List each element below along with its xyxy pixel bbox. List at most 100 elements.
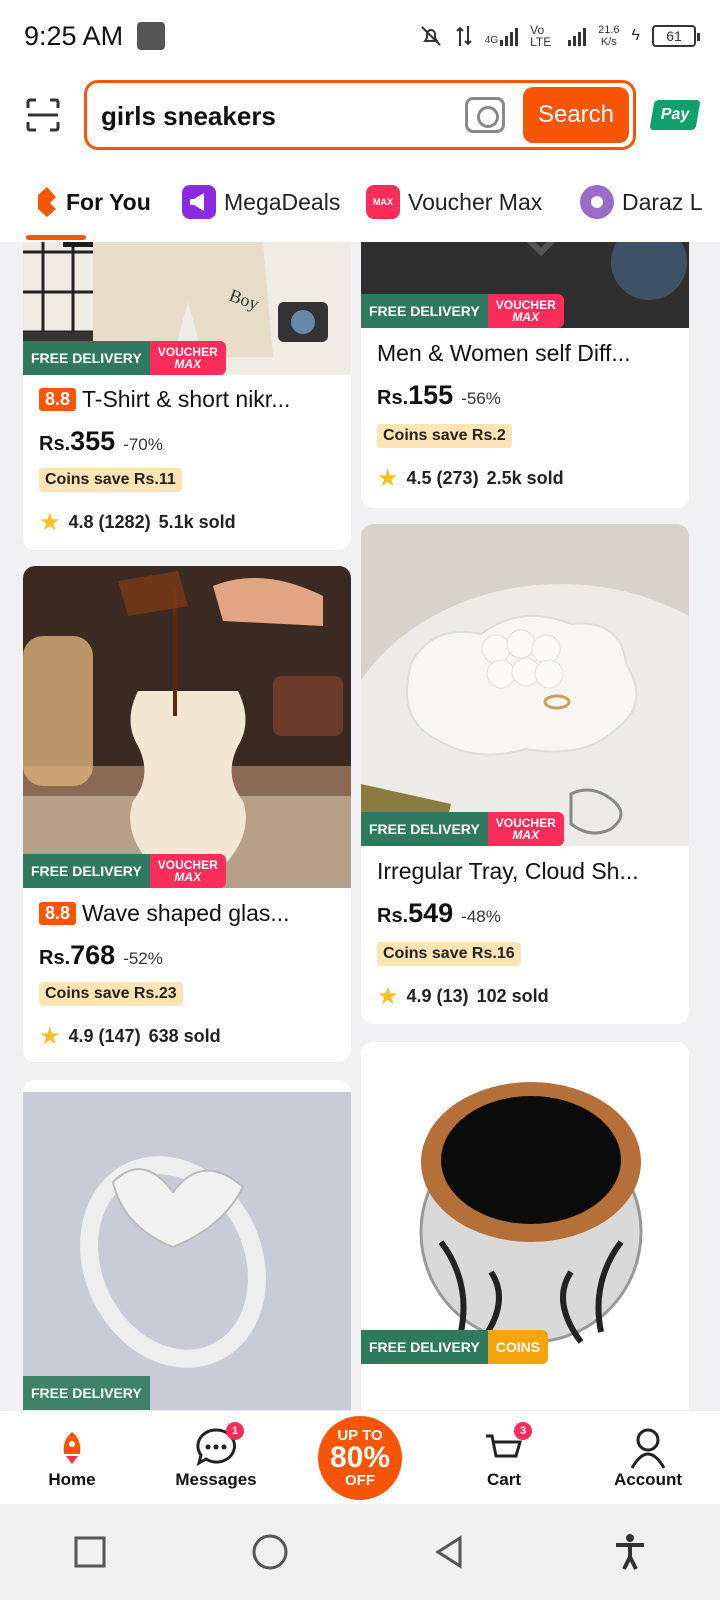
nav-account[interactable]: Account bbox=[588, 1426, 708, 1490]
product-image bbox=[361, 1042, 689, 1364]
delivery-badges: FREE DELIVERY COINS bbox=[361, 1330, 549, 1364]
for-you-icon bbox=[38, 187, 56, 217]
sold-count: 102 sold bbox=[476, 986, 549, 1006]
nav-cart[interactable]: 3 Cart bbox=[444, 1421, 564, 1490]
back-button[interactable] bbox=[420, 1522, 480, 1582]
tab-megadeals[interactable]: MegaDeals bbox=[176, 162, 366, 242]
product-image bbox=[23, 1092, 351, 1410]
search-input[interactable]: girls sneakers Search bbox=[84, 80, 636, 150]
nav-home[interactable]: Home bbox=[12, 1426, 132, 1490]
nav-messages[interactable]: 1 Messages bbox=[156, 1421, 276, 1490]
scan-icon[interactable] bbox=[26, 98, 60, 132]
product-title: Men & Women self Diff... bbox=[377, 340, 681, 367]
voucher-max-badge: VOUCHER MAX bbox=[487, 294, 564, 328]
net-speed: 21.6 K/s bbox=[598, 24, 619, 48]
bell-off-icon bbox=[421, 26, 441, 46]
product-image-art bbox=[23, 1092, 351, 1410]
status-bar: 9:25 AM 4G Vo LTE 21.6 K/s ϟ 61 bbox=[0, 0, 720, 72]
free-delivery-badge: FREE DELIVERY bbox=[23, 854, 150, 888]
currency: Rs. bbox=[39, 433, 71, 455]
data-arrows-icon bbox=[456, 26, 472, 46]
product-card[interactable]: FREE DELIVERY bbox=[23, 1080, 351, 1410]
coins-save: Coins save Rs.16 bbox=[377, 942, 521, 966]
status-icons: 4G Vo LTE 21.6 K/s ϟ 61 bbox=[419, 24, 700, 48]
discount: -56% bbox=[461, 389, 501, 408]
voucher-max-badge: VOUCHER MAX bbox=[149, 854, 226, 888]
voucher-line2: MAX bbox=[174, 870, 202, 884]
promo-badge: UP TO 80% OFF bbox=[318, 1415, 402, 1500]
status-time: 9:25 AM bbox=[24, 20, 124, 51]
tab-label: For You bbox=[66, 188, 151, 215]
home-rocket-icon bbox=[50, 1426, 94, 1470]
nav-promo[interactable]: UP TO 80% OFF bbox=[300, 1415, 420, 1500]
product-card[interactable]: FREE DELIVERY COINS bbox=[361, 1042, 689, 1410]
category-tabs: For You MegaDeals MAX Voucher Max Daraz … bbox=[0, 162, 720, 242]
delivery-badges: FREE DELIVERY VOUCHER MAX bbox=[361, 812, 564, 846]
sold-count: 2.5k sold bbox=[486, 468, 564, 488]
price: 549 bbox=[408, 898, 454, 928]
tab-label: Voucher Max bbox=[408, 188, 543, 215]
product-title-text: Wave shaped glas... bbox=[82, 900, 290, 926]
accessibility-button[interactable] bbox=[600, 1522, 660, 1582]
nav-label: Cart bbox=[486, 1469, 521, 1489]
star-icon: ★ bbox=[39, 1023, 61, 1050]
product-card[interactable]: FREE DELIVERY VOUCHER MAX Irregular Tray,… bbox=[361, 524, 689, 1024]
tab-daraz-l[interactable]: Daraz L bbox=[580, 162, 720, 242]
tab-label: MegaDeals bbox=[224, 188, 341, 215]
camera-icon[interactable] bbox=[465, 97, 505, 133]
coins-save: Coins save Rs.2 bbox=[377, 424, 512, 448]
discount: -70% bbox=[123, 435, 163, 454]
speed-value: 21.6 bbox=[598, 24, 620, 36]
pay-button[interactable]: Pay bbox=[649, 100, 701, 130]
nav-label: Account bbox=[614, 1469, 682, 1489]
rating: 4.9 (13) bbox=[406, 986, 469, 1006]
tab-voucher-max[interactable]: MAX Voucher Max bbox=[366, 162, 580, 242]
rating-row: ★ 4.9 (13) 102 sold bbox=[377, 982, 549, 1011]
free-delivery-badge: FREE DELIVERY bbox=[23, 341, 150, 375]
recents-button[interactable] bbox=[60, 1522, 120, 1582]
voucher-max-badge: VOUCHER MAX bbox=[487, 812, 564, 846]
star-icon: ★ bbox=[377, 465, 399, 492]
rating: 4.8 (1282) bbox=[68, 512, 151, 532]
square-icon bbox=[74, 1536, 106, 1568]
charging-icon: ϟ bbox=[631, 27, 640, 44]
voucher-line2: MAX bbox=[512, 310, 540, 324]
product-title: 8.8 T-Shirt & short nikr... bbox=[39, 386, 343, 413]
price-row: Rs.768 -52% bbox=[39, 940, 163, 971]
delivery-badges: FREE DELIVERY VOUCHER MAX bbox=[23, 341, 226, 375]
free-delivery-badge: FREE DELIVERY bbox=[361, 294, 488, 328]
product-title-text: Irregular Tray, Cloud Sh... bbox=[377, 858, 639, 884]
search-header: girls sneakers Search Pay bbox=[0, 72, 720, 162]
free-delivery-badge: FREE DELIVERY bbox=[361, 1330, 488, 1364]
product-card[interactable]: FREE DELIVERY VOUCHER MAX Men & Women sel… bbox=[361, 242, 689, 508]
currency: Rs. bbox=[377, 387, 409, 409]
product-card[interactable]: FREE DELIVERY VOUCHER MAX 8.8 Wave shaped … bbox=[23, 566, 351, 1062]
account-icon bbox=[626, 1426, 670, 1470]
discount: -52% bbox=[123, 949, 163, 968]
home-system-button[interactable] bbox=[240, 1522, 300, 1582]
tab-label: Daraz L bbox=[622, 188, 703, 215]
price: 355 bbox=[70, 426, 116, 456]
product-image-art bbox=[23, 566, 351, 888]
sale-88-badge: 8.8 bbox=[39, 902, 77, 925]
product-card[interactable]: Boy FREE DELIVERY VOUCHER MAX 8.8 T-Shirt … bbox=[23, 242, 351, 550]
megaphone-icon bbox=[182, 185, 216, 219]
product-image bbox=[23, 566, 351, 888]
rating-row: ★ 4.9 (147) 638 sold bbox=[39, 1022, 221, 1051]
voucher-max-icon: MAX bbox=[366, 185, 400, 219]
product-image bbox=[361, 524, 689, 964]
search-button[interactable]: Search bbox=[523, 87, 629, 143]
circle-icon bbox=[252, 1534, 288, 1570]
currency: Rs. bbox=[377, 905, 409, 927]
tab-for-you[interactable]: For You bbox=[0, 162, 176, 242]
messages-count-badge: 1 bbox=[226, 1421, 244, 1440]
promo-line2: 80% bbox=[329, 1440, 391, 1474]
product-title: 8.8 Wave shaped glas... bbox=[39, 900, 343, 927]
daraz-icon bbox=[580, 185, 614, 219]
promo-line3: OFF bbox=[345, 1471, 375, 1489]
battery-icon: 61 bbox=[652, 25, 700, 47]
chat-bubble-icon: 1 bbox=[194, 1421, 244, 1470]
sold-count: 638 sold bbox=[148, 1026, 221, 1046]
star-icon: ★ bbox=[39, 509, 61, 536]
bottom-nav: Home 1 Messages UP TO 80% OFF 3 Cart Acc… bbox=[0, 1410, 720, 1504]
